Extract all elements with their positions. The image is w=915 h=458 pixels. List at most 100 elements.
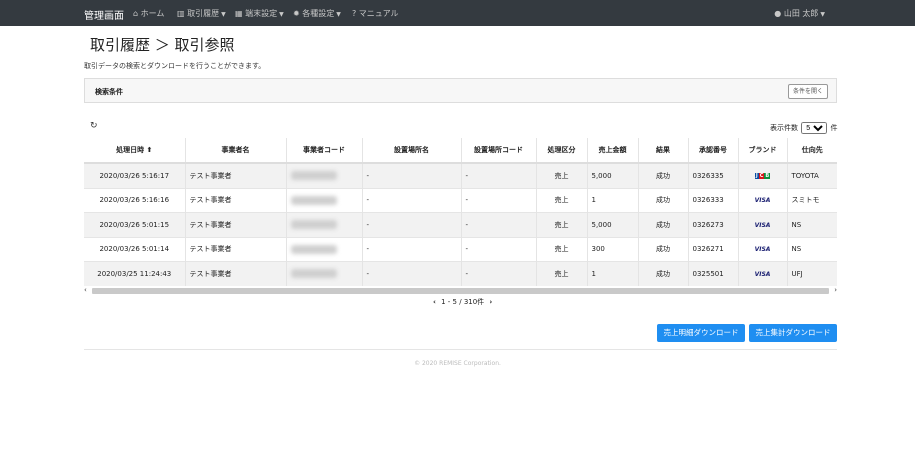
header-datetime[interactable]: 処理日時 ⬆	[84, 138, 185, 164]
cell-type: 売上	[535, 236, 587, 262]
cell-merchant-code	[285, 162, 362, 188]
cell-approval: 0326333	[687, 187, 738, 213]
cell-merchant-code	[285, 236, 362, 262]
cell-destination: NS	[786, 236, 837, 262]
nav-home-label: ホーム	[140, 9, 165, 18]
per-page-label: 表示件数	[770, 124, 798, 132]
nav-manual[interactable]: ? マニュアル	[352, 8, 399, 19]
table-row[interactable]: 2020/03/26 5:16:16 テスト事業者 - - 売上 1 成功 03…	[84, 187, 837, 213]
chevron-down-icon: ▼	[221, 11, 226, 18]
cell-destination: TOYOTA	[786, 162, 837, 188]
sales-summary-download-button[interactable]: 売上集計ダウンロード	[749, 324, 837, 342]
nav-home[interactable]: ⌂ ホーム	[133, 8, 164, 19]
cell-merchant: テスト事業者	[184, 261, 286, 286]
chevron-down-icon: ▼	[279, 11, 284, 18]
header-brand: ブランド	[737, 138, 787, 164]
cell-amount: 5,000	[586, 212, 638, 237]
jcb-logo-icon: JCB	[754, 172, 771, 179]
redacted-code	[290, 220, 337, 230]
header-amount: 売上金額	[586, 138, 638, 164]
home-icon: ⌂	[133, 9, 139, 18]
cell-location: -	[361, 162, 461, 188]
cell-type: 売上	[535, 162, 587, 188]
header-location: 設置場所名	[361, 138, 461, 164]
visa-logo-icon: VISA	[754, 197, 771, 205]
cell-location: -	[361, 212, 461, 237]
cell-location: -	[361, 236, 461, 262]
table-row[interactable]: 2020/03/26 5:16:17 テスト事業者 - - 売上 5,000 成…	[84, 162, 837, 188]
redacted-code	[290, 269, 337, 279]
cell-location-code: -	[460, 212, 536, 237]
redacted-code	[290, 244, 337, 254]
cell-approval: 0326335	[687, 162, 738, 188]
user-icon: ●	[774, 9, 782, 18]
header-approval: 承認番号	[687, 138, 738, 164]
cell-result: 成功	[637, 236, 688, 262]
table-row[interactable]: 2020/03/26 5:01:14 テスト事業者 - - 売上 300 成功 …	[84, 236, 837, 262]
sales-detail-download-button[interactable]: 売上明細ダウンロード	[657, 324, 745, 342]
cell-location-code: -	[460, 261, 536, 286]
table-row[interactable]: 2020/03/26 5:01:15 テスト事業者 - - 売上 5,000 成…	[84, 212, 837, 237]
scrollbar-thumb[interactable]	[92, 288, 829, 294]
search-panel-title: 検索条件	[95, 88, 123, 96]
cell-location-code: -	[460, 236, 536, 262]
nav-transactions[interactable]: ▥ 取引履歴 ▼	[177, 8, 226, 19]
header-merchant: 事業者名	[184, 138, 286, 164]
scroll-left-icon[interactable]: ‹	[84, 286, 87, 294]
cell-merchant-code	[285, 261, 362, 286]
cell-datetime: 2020/03/26 5:01:14	[84, 236, 185, 262]
cell-type: 売上	[535, 261, 587, 286]
header-merchant-code: 事業者コード	[285, 138, 362, 164]
horizontal-scrollbar[interactable]: ‹ ›	[84, 286, 837, 295]
cell-datetime: 2020/03/26 5:01:15	[84, 212, 185, 237]
cell-result: 成功	[637, 212, 688, 237]
cell-location-code: -	[460, 187, 536, 213]
per-page-control: 表示件数 5 件	[770, 122, 837, 134]
cell-location: -	[361, 261, 461, 286]
sort-icon: ⬆	[146, 146, 153, 154]
scroll-right-icon[interactable]: ›	[834, 286, 837, 294]
search-panel: 検索条件 条件を開く	[84, 78, 837, 103]
header-destination: 仕向先	[786, 138, 837, 164]
cell-merchant: テスト事業者	[184, 162, 286, 188]
user-menu[interactable]: ● 山田 太郎 ▼	[774, 8, 825, 19]
refresh-icon[interactable]: ↻	[90, 121, 98, 131]
nav-settings-label: 各種設定	[302, 9, 335, 18]
per-page-unit: 件	[830, 124, 838, 132]
next-page-icon[interactable]: ›	[486, 298, 495, 306]
nav-transactions-label: 取引履歴	[187, 9, 220, 18]
cell-amount: 300	[586, 236, 638, 262]
cell-approval: 0326273	[687, 212, 738, 237]
user-name: 山田 太郎	[783, 9, 819, 18]
cell-brand: VISA	[737, 236, 787, 262]
cell-type: 売上	[535, 212, 587, 237]
cell-destination: UFJ	[786, 261, 837, 286]
help-icon: ?	[352, 9, 357, 18]
visa-logo-icon: VISA	[754, 221, 771, 229]
open-conditions-button[interactable]: 条件を開く	[787, 84, 828, 99]
transactions-table: 処理日時 ⬆ 事業者名 事業者コード 設置場所名 設置場所コード 処理区分 売上…	[84, 138, 837, 286]
cell-destination: スミトモ	[786, 187, 837, 213]
per-page-select[interactable]: 5	[801, 122, 828, 134]
header-datetime-label: 処理日時	[116, 146, 145, 154]
nav-settings[interactable]: ✹ 各種設定 ▼	[293, 8, 341, 19]
terminal-icon: ▦	[235, 9, 243, 18]
chevron-down-icon: ▼	[820, 11, 825, 18]
nav-terminal-settings[interactable]: ▦ 端末設定 ▼	[235, 8, 284, 19]
chart-icon: ▥	[177, 9, 185, 18]
brand-link[interactable]: 管理画面	[84, 7, 124, 22]
visa-logo-icon: VISA	[754, 270, 771, 278]
table-row[interactable]: 2020/03/25 11:24:43 テスト事業者 - - 売上 1 成功 0…	[84, 261, 837, 286]
cell-merchant: テスト事業者	[184, 187, 286, 213]
cell-brand: VISA	[737, 212, 787, 237]
cell-amount: 1	[586, 187, 638, 213]
page-description: 取引データの検索とダウンロードを行うことができます。	[84, 62, 266, 70]
cell-brand: VISA	[737, 261, 787, 286]
cell-merchant: テスト事業者	[184, 212, 286, 237]
cell-datetime: 2020/03/25 11:24:43	[84, 261, 185, 286]
nav-terminal-settings-label: 端末設定	[245, 9, 278, 18]
cell-approval: 0326271	[687, 236, 738, 262]
prev-page-icon[interactable]: ‹	[430, 298, 439, 306]
cell-amount: 1	[586, 261, 638, 286]
page-title: 取引履歴 ＞ 取引参照	[90, 36, 235, 54]
